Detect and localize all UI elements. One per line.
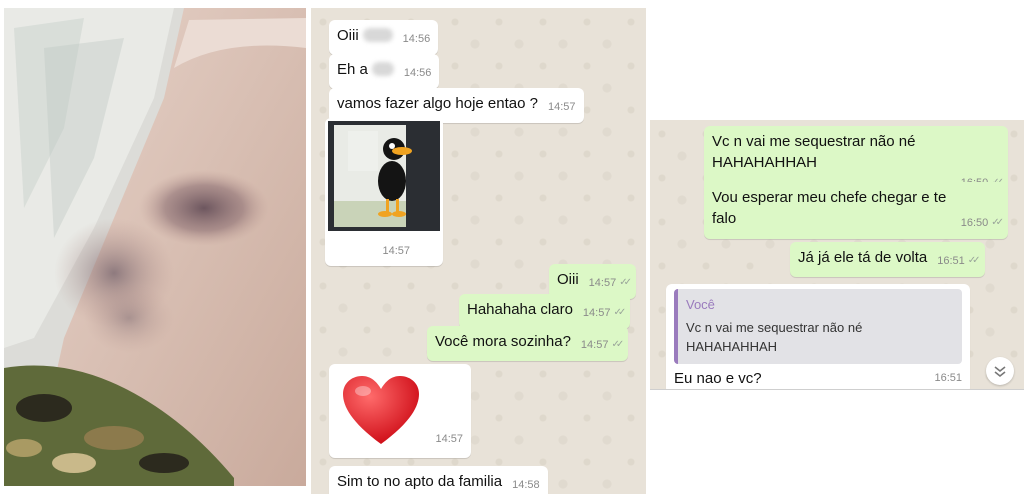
red-heart-icon (343, 376, 419, 444)
message-ja-ja[interactable]: Já já ele tá de volta 16:51 ✓✓ (790, 242, 985, 277)
double-check-icon: ✓✓ (611, 339, 624, 350)
message-text: Hahahaha claro (467, 301, 573, 318)
message-text: Eu nao e vc? (674, 370, 762, 387)
blurred-name (362, 28, 393, 42)
message-time: 14:56 (403, 67, 432, 79)
quoted-message[interactable]: Você Vc n vai me sequestrar não né HAHAH… (674, 289, 962, 364)
blurred-name (371, 62, 394, 76)
message-text: Você mora sozinha? (435, 333, 571, 350)
message-sim-to-no-apto[interactable]: Sim to no apto da familia 14:58 (329, 466, 548, 494)
double-check-icon: ✓✓ (619, 277, 632, 288)
message-text: vamos fazer algo hoje entao ? (337, 95, 538, 112)
quoted-text: Vc n vai me sequestrar não né HAHAHAHHAH (686, 320, 863, 354)
message-time: 14:57 (588, 277, 617, 289)
message-text: Eh a (337, 61, 368, 78)
double-check-icon: ✓✓ (613, 307, 626, 318)
message-time: 16:51 (934, 372, 962, 384)
cartoon-duck-sticker-icon (328, 121, 440, 231)
message-time: 14:57 (580, 339, 609, 351)
message-time: 14:57 (435, 433, 463, 445)
message-text: Sim to no apto da familia (337, 473, 503, 490)
message-time: 14:56 (402, 33, 431, 45)
message-text: Oiii (557, 271, 579, 288)
message-oiii-incoming[interactable]: Oiii 14:56 (329, 20, 439, 55)
message-hahahaha-claro[interactable]: Hahahaha claro 14:57 ✓✓ (459, 294, 631, 329)
double-check-icon: ✓✓ (967, 255, 981, 266)
message-time: 16:51 (937, 255, 965, 267)
message-time: 14:57 (582, 307, 611, 319)
double-chevron-down-icon[interactable] (986, 357, 1014, 385)
bruised-arm-image (4, 8, 306, 486)
message-text: Vc n vai me sequestrar não né HAHAHAHHAH (712, 133, 916, 171)
chat-screenshot-1: Oiii 14:56 Eh a 14:56 vamos fazer algo hoj… (311, 8, 646, 494)
message-time: 16:50 (960, 217, 989, 229)
message-text: Já já ele tá de volta (798, 249, 928, 266)
message-time: 14:57 (382, 245, 410, 257)
bruise-photo (4, 8, 306, 486)
message-eh-a[interactable]: Eh a 14:56 (329, 54, 440, 89)
chat-screenshot-2: Vc n vai me sequestrar não né HAHAHAHHAH… (650, 120, 1024, 390)
message-time: 14:57 (547, 101, 576, 113)
sticker-message[interactable]: 14:57 (325, 118, 443, 266)
double-check-icon: ✓✓ (991, 217, 1004, 228)
quoted-author: Você (686, 297, 715, 312)
message-esperar-chefe[interactable]: Vou esperar meu chefe chegar e te falo 1… (704, 182, 1008, 239)
message-voce-mora[interactable]: Você mora sozinha? 14:57 ✓✓ (427, 326, 629, 361)
heart-emoji-message[interactable]: 14:57 (329, 364, 471, 458)
message-time: 14:58 (512, 479, 540, 491)
reply-message[interactable]: Você Vc n vai me sequestrar não né HAHAH… (666, 284, 970, 389)
message-text: Oiii (337, 27, 359, 44)
